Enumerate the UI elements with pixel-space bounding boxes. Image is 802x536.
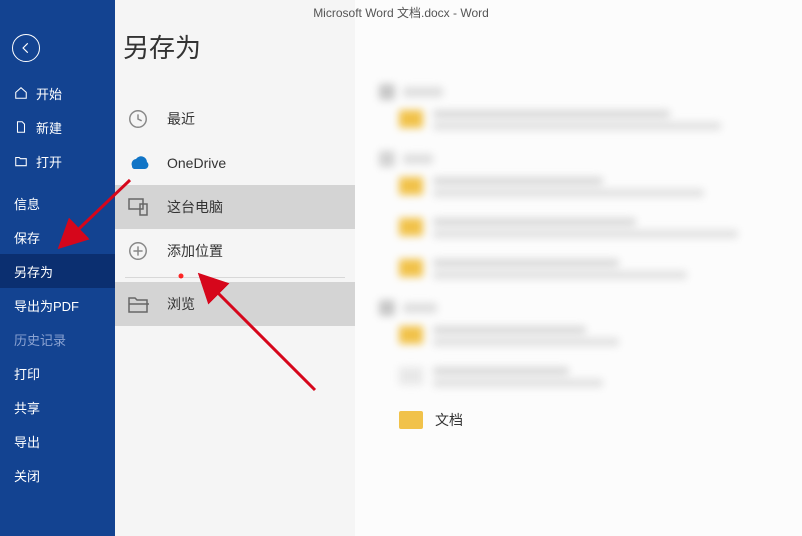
nav-label: 开始: [36, 84, 62, 103]
blurred-file-listing: [355, 84, 802, 388]
nav-item-info[interactable]: 信息: [0, 186, 115, 220]
new-doc-icon: [14, 120, 28, 134]
nav-label: 新建: [36, 118, 62, 137]
back-button[interactable]: [12, 34, 40, 62]
browse-folder-icon: [125, 291, 151, 317]
thispc-icon: [125, 194, 151, 220]
folder-icon: [399, 411, 423, 429]
location-label: OneDrive: [167, 155, 226, 171]
nav-item-exportpdf[interactable]: 导出为PDF: [0, 288, 115, 322]
title-app: Word: [460, 6, 488, 20]
nav-spacer: [0, 178, 115, 186]
nav-item-new[interactable]: 新建: [0, 110, 115, 144]
location-thispc[interactable]: 这台电脑: [115, 185, 355, 229]
location-recent[interactable]: 最近: [115, 97, 355, 141]
open-folder-icon: [14, 154, 28, 168]
nav-item-home[interactable]: 开始: [0, 76, 115, 110]
nav-item-save[interactable]: 保存: [0, 220, 115, 254]
folder-documents[interactable]: 文档: [399, 410, 802, 430]
nav-label: 保存: [14, 228, 40, 247]
title-filename: Microsoft Word 文档.docx: [313, 6, 449, 20]
nav-item-history: 历史记录: [0, 322, 115, 356]
nav-label: 打印: [14, 364, 40, 383]
folder-label: 文档: [435, 410, 463, 430]
nav-item-export[interactable]: 导出: [0, 424, 115, 458]
backstage-nav-rail: 开始 新建 打开 信息 保存 另存为 导出为PDF 历史记录 打印 共享: [0, 0, 115, 536]
location-addplace[interactable]: 添加位置: [115, 229, 355, 273]
nav-label: 共享: [14, 398, 40, 417]
title-bar: Microsoft Word 文档.docx - Word: [0, 4, 802, 21]
nav-label: 导出: [14, 432, 40, 451]
nav-item-share[interactable]: 共享: [0, 390, 115, 424]
location-label: 这台电脑: [167, 197, 223, 217]
file-list-pane: 文档: [355, 0, 802, 536]
add-place-icon: [125, 238, 151, 264]
nav-label: 打开: [36, 152, 62, 171]
nav-label: 关闭: [14, 466, 40, 485]
onedrive-icon: [125, 150, 151, 176]
nav-item-close[interactable]: 关闭: [0, 458, 115, 492]
saveas-locations-pane: 另存为 最近 OneDrive 这台电脑: [115, 0, 355, 536]
nav-item-saveas[interactable]: 另存为: [0, 254, 115, 288]
home-icon: [14, 86, 28, 100]
location-label: 浏览: [167, 294, 195, 314]
location-label: 添加位置: [167, 241, 223, 261]
nav-label: 导出为PDF: [14, 296, 79, 315]
location-onedrive[interactable]: OneDrive: [115, 141, 355, 185]
nav-item-open[interactable]: 打开: [0, 144, 115, 178]
divider: [125, 277, 345, 278]
location-label: 最近: [167, 109, 195, 129]
nav-item-print[interactable]: 打印: [0, 356, 115, 390]
location-browse[interactable]: 浏览: [115, 282, 355, 326]
nav-label: 历史记录: [14, 330, 66, 349]
arrow-left-icon: [19, 41, 33, 55]
nav-label: 信息: [14, 194, 40, 213]
title-dash: -: [450, 6, 461, 20]
nav-label: 另存为: [14, 262, 53, 281]
clock-icon: [125, 106, 151, 132]
page-title: 另存为: [115, 28, 355, 91]
